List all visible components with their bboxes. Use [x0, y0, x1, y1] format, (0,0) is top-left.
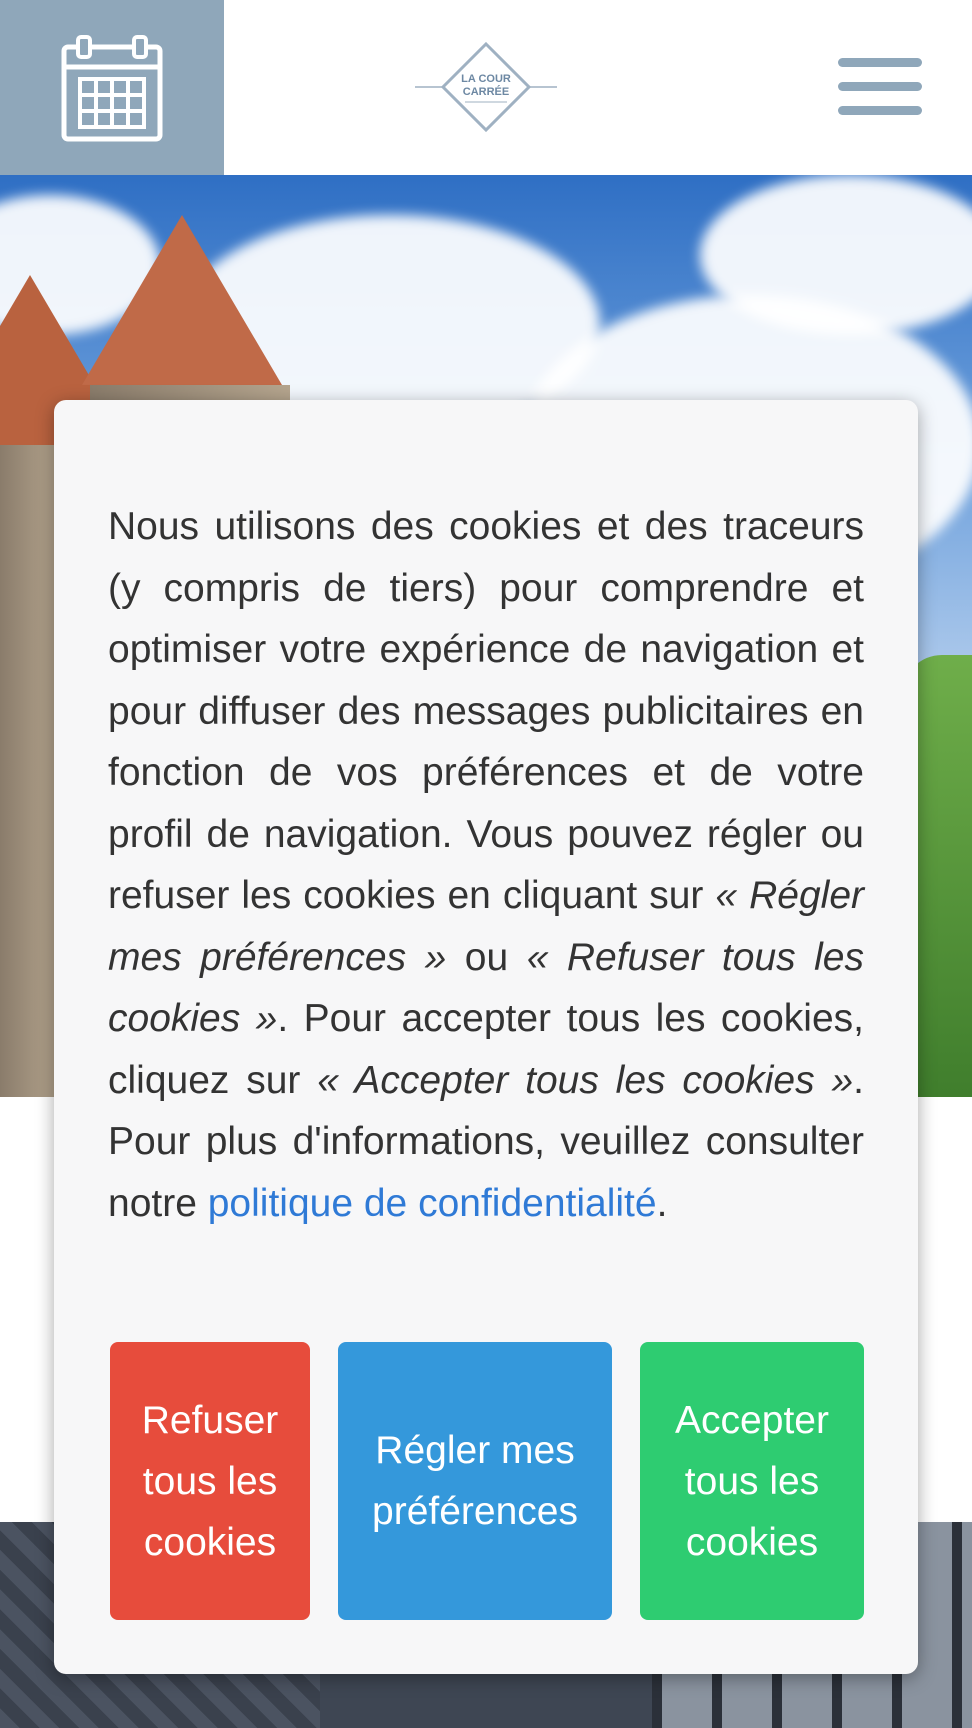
- calendar-icon: [61, 34, 163, 141]
- refuse-button-label: Refuser tous les cookies: [141, 1398, 279, 1564]
- cookie-settings-button[interactable]: Régler mes préférences: [338, 1342, 612, 1620]
- accept-button-label: Accepter tous les cookies: [675, 1398, 829, 1564]
- menu-bar: [838, 82, 922, 91]
- site-header: LA COUR CARRÉE: [0, 0, 972, 175]
- castle-roof: [82, 215, 282, 385]
- menu-bar: [838, 58, 922, 67]
- cookie-message: Nous utilisons des cookies et des traceu…: [108, 496, 864, 1234]
- logo-text-line1: LA COUR: [461, 73, 511, 85]
- hamburger-menu-button[interactable]: [838, 58, 922, 116]
- refuse-all-cookies-button[interactable]: Refuser tous les cookies: [110, 1342, 310, 1620]
- privacy-policy-link[interactable]: politique de confidentialité: [208, 1182, 657, 1225]
- accept-all-cookies-button[interactable]: Accepter tous les cookies: [640, 1342, 864, 1620]
- settings-button-label: Régler mes préférences: [372, 1429, 578, 1533]
- menu-bar: [838, 106, 922, 115]
- cookie-text-em3: « Accepter tous les cookies »: [317, 1058, 854, 1102]
- cookie-text-end: .: [656, 1181, 668, 1225]
- castle-tower: [0, 345, 60, 1097]
- cookie-text-part1: Nous utilisons des cookies et des traceu…: [108, 505, 864, 917]
- cookie-consent-modal: Nous utilisons des cookies et des traceu…: [54, 400, 918, 1674]
- logo-diamond: LA COUR CARRÉE: [415, 41, 557, 133]
- site-logo[interactable]: LA COUR CARRÉE: [415, 41, 557, 133]
- calendar-button[interactable]: [0, 0, 224, 175]
- logo-text-line2: CARRÉE: [463, 85, 509, 98]
- cookie-text-part2: ou: [446, 935, 527, 979]
